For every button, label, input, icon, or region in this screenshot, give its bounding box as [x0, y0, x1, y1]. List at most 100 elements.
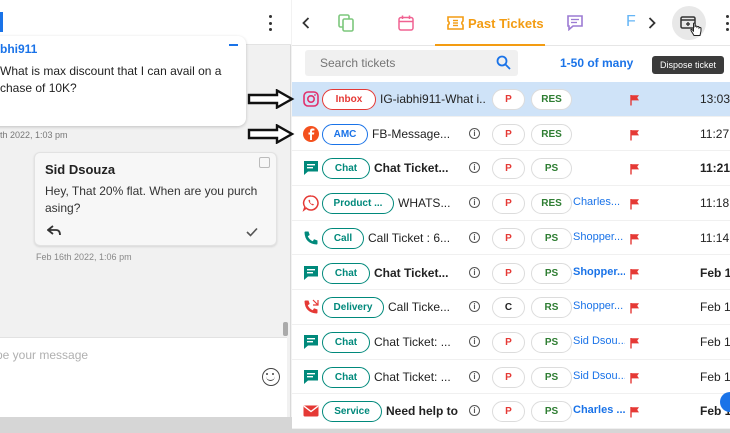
tab-partial[interactable]: F: [626, 13, 636, 31]
ticket-row[interactable]: Inbox IG-iabhi911-What i... P RES 13:03: [292, 82, 730, 117]
chat-scrollbar[interactable]: [283, 322, 288, 336]
ticket-agent[interactable]: Charles ...: [573, 404, 625, 416]
ticket-row[interactable]: Chat Chat Ticket...iP PSShopper... Feb 15: [292, 255, 730, 291]
chat-more-icon[interactable]: [268, 15, 272, 31]
status-badge: PS: [531, 401, 572, 423]
ticket-date: Feb 12: [700, 334, 730, 349]
flag-icon[interactable]: [630, 371, 640, 389]
facebook-icon: [302, 125, 320, 143]
flag-icon[interactable]: [630, 405, 640, 423]
search-input[interactable]: [305, 50, 485, 76]
call-icon: [302, 229, 320, 247]
chevron-left-icon[interactable]: [302, 17, 310, 29]
ticket-agent[interactable]: Shopper...: [573, 266, 625, 278]
ticket-row[interactable]: Product ... WHATS... i P RES Charles... 11:18: [292, 186, 730, 221]
info-icon[interactable]: i: [469, 127, 480, 139]
message-composer[interactable]: pe your message: [0, 337, 287, 417]
info-icon[interactable]: i: [469, 266, 480, 278]
ticket-date: Feb 12: [700, 369, 730, 384]
ticket-tag[interactable]: Chat: [322, 262, 370, 284]
ticket-row[interactable]: Delivery Call Ticke... i C RS Shopper... Feb 1…: [292, 290, 730, 325]
info-icon[interactable]: i: [469, 231, 480, 243]
ticket-tag[interactable]: Call: [322, 227, 364, 249]
ticket-subject[interactable]: Chat Ticket: ...: [374, 335, 466, 349]
ticket-tag[interactable]: Product ...: [322, 193, 394, 215]
chat-bubble-icon[interactable]: [567, 15, 585, 31]
chevron-right-icon[interactable]: [648, 17, 656, 29]
message-text: Hey, That 20% flat. When are you purch a…: [45, 184, 258, 215]
ticket-tag[interactable]: Chat: [322, 158, 370, 180]
priority-badge: P: [492, 262, 525, 284]
flag-icon[interactable]: [630, 232, 640, 250]
ticket-subject[interactable]: WHATS...: [398, 196, 466, 210]
composer-placeholder[interactable]: pe your message: [0, 348, 88, 362]
status-badge: RES: [531, 193, 572, 215]
flag-icon[interactable]: [630, 128, 640, 146]
tickets-pane: Past Tickets F Search tickets 1-50 of ma…: [292, 0, 730, 429]
ticket-agent[interactable]: Shopper...: [573, 231, 625, 243]
ticket-agent[interactable]: Sid Dsou...: [573, 335, 625, 347]
ticket-row[interactable]: Chat Chat Ticket: ... i P PS Sid Dsou... Feb 1…: [292, 359, 730, 395]
reply-icon[interactable]: [47, 225, 61, 237]
ticket-date: 11:27: [700, 126, 730, 141]
tickets-more-icon[interactable]: [725, 15, 729, 31]
ticket-row[interactable]: Chat Chat Ticket... i P PS 11:21: [292, 151, 730, 187]
flag-icon[interactable]: [630, 93, 640, 111]
ticket-subject[interactable]: Call Ticke...: [388, 300, 466, 314]
ticket-subject[interactable]: Chat Ticket: ...: [374, 370, 466, 384]
ticket-subject[interactable]: Chat Ticket...: [374, 266, 466, 280]
calendar-icon[interactable]: [398, 15, 414, 31]
priority-badge: P: [492, 123, 525, 145]
priority-badge: P: [492, 331, 525, 353]
ticket-date: 11:18: [700, 196, 730, 211]
ticket-row[interactable]: ServiceNeed help toiPPSCharles ...Feb 10: [292, 394, 730, 429]
emoji-icon[interactable]: [262, 368, 280, 386]
ticket-tag[interactable]: Inbox: [322, 89, 376, 110]
copy-icon[interactable]: [338, 14, 354, 32]
ticket-subject[interactable]: FB-Message...: [372, 127, 466, 141]
whatsapp-icon: [302, 194, 320, 212]
flag-icon[interactable]: [630, 267, 640, 285]
ticket-tag[interactable]: Delivery: [322, 297, 384, 319]
flag-icon[interactable]: [630, 197, 640, 215]
priority-badge: P: [492, 158, 525, 180]
flag-icon[interactable]: [630, 162, 640, 180]
ticket-subject[interactable]: IG-iabhi911-What i...: [380, 92, 486, 106]
info-icon[interactable]: i: [469, 162, 480, 174]
search-icon[interactable]: [496, 55, 511, 70]
flag-icon[interactable]: [630, 301, 640, 319]
ticket-date: 13:03: [700, 92, 730, 106]
search-box[interactable]: [305, 50, 518, 76]
ticket-subject[interactable]: Chat Ticket...: [374, 161, 466, 175]
ticket-agent[interactable]: Sid Dsou...: [573, 370, 625, 382]
ticket-tag[interactable]: Chat: [322, 331, 370, 353]
flag-icon[interactable]: [630, 336, 640, 354]
status-badge: RES: [531, 123, 572, 145]
tab-past-tickets[interactable]: Past Tickets: [435, 0, 545, 46]
ticket-row[interactable]: Call Call Ticket : 6... i P PS Shopper... 11:1…: [292, 220, 730, 256]
ticket-tag[interactable]: Service: [322, 401, 382, 423]
dispose-ticket-tooltip: Dispose ticket: [652, 56, 724, 74]
dispose-ticket-button[interactable]: [672, 6, 706, 40]
chat-icon: [302, 333, 320, 351]
status-badge: PS: [531, 262, 572, 284]
ticket-subject[interactable]: Call Ticket : 6...: [368, 231, 466, 245]
ticket-subject[interactable]: Need help to: [386, 404, 466, 418]
ticket-tag[interactable]: AMC: [322, 123, 368, 145]
open-external-icon[interactable]: [259, 157, 270, 168]
ticket-agent[interactable]: Shopper...: [573, 300, 625, 312]
ticket-row[interactable]: AMC FB-Message... i P RES 11:27: [292, 116, 730, 152]
collapse-icon[interactable]: [229, 40, 238, 46]
info-icon[interactable]: i: [469, 370, 480, 382]
info-icon[interactable]: i: [469, 335, 480, 347]
priority-badge: P: [492, 401, 525, 423]
info-icon[interactable]: i: [469, 197, 480, 209]
status-badge: PS: [531, 366, 572, 388]
priority-badge: C: [492, 297, 525, 319]
info-icon[interactable]: i: [469, 405, 480, 417]
ticket-tag[interactable]: Chat: [322, 366, 370, 388]
info-icon[interactable]: i: [469, 301, 480, 313]
ticket-agent[interactable]: Charles...: [573, 196, 625, 208]
pagination-range[interactable]: 1-50 of many: [560, 56, 633, 70]
ticket-row[interactable]: Chat Chat Ticket: ... i P PS Sid Dsou... Feb 1…: [292, 324, 730, 360]
